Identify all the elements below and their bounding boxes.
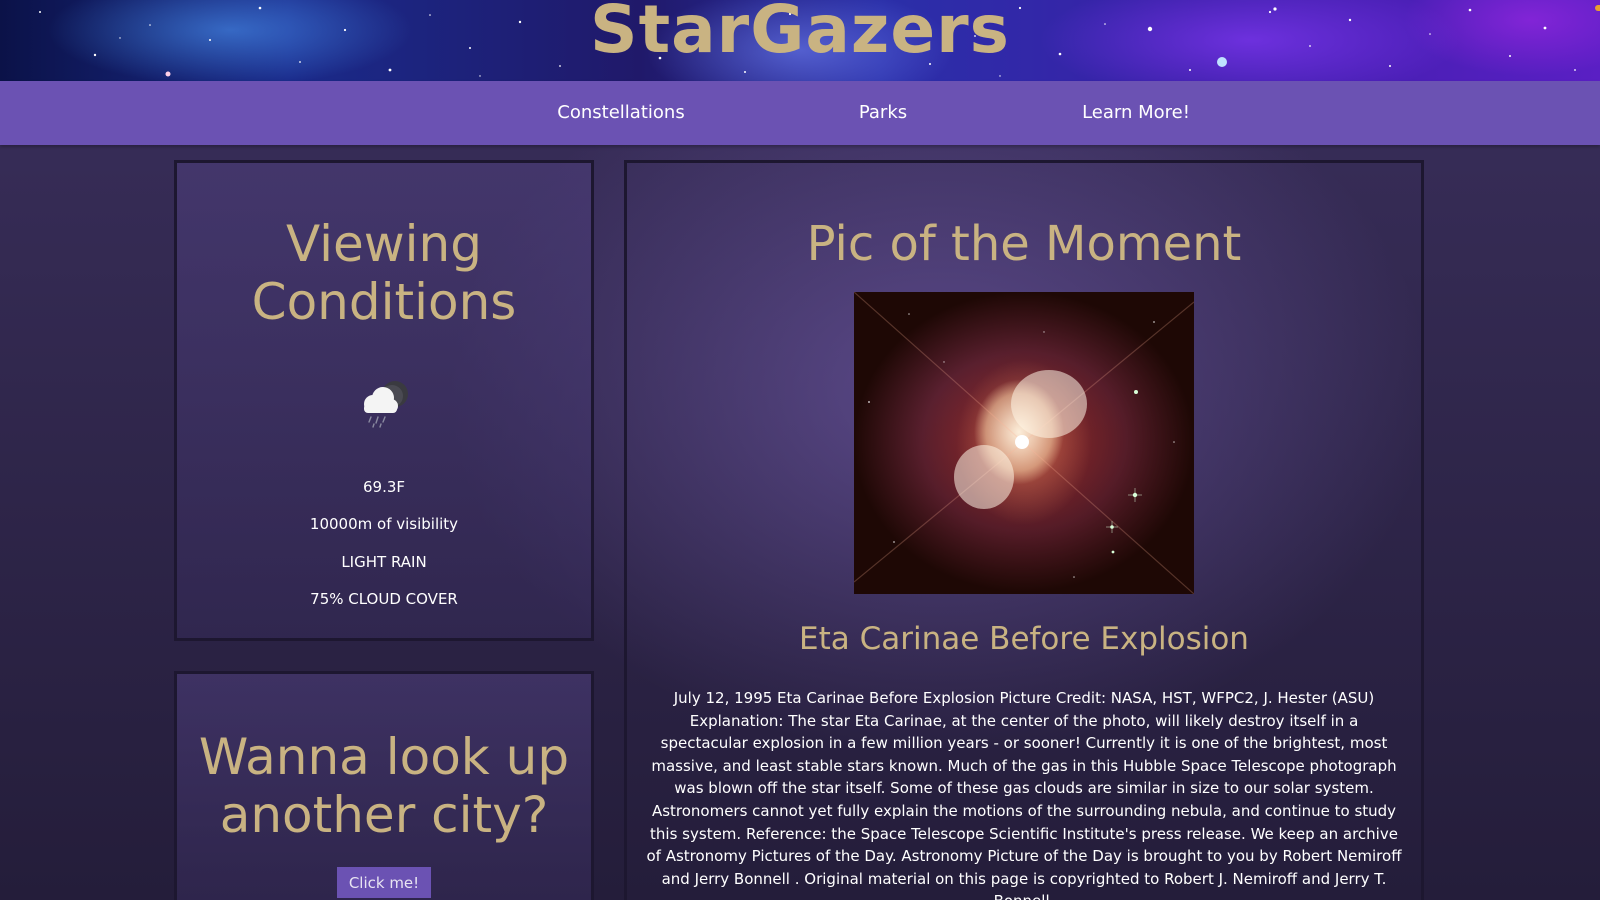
cloud-rain-night-icon (355, 376, 415, 436)
click-me-button[interactable]: Click me! (337, 867, 431, 898)
nav-link-learn-more[interactable]: Learn More! (1082, 81, 1190, 145)
corner-dot (1595, 5, 1600, 11)
picture-title: Eta Carinae Before Explosion (799, 621, 1249, 657)
apod-image[interactable] (854, 292, 1194, 594)
temperature-value: 69.3F (362, 478, 406, 496)
nav-link-constellations[interactable]: Constellations (557, 81, 684, 145)
main-nav: Constellations Parks Learn More! (0, 81, 1600, 145)
pic-of-the-moment-card: Pic of the Moment Eta Carinae Before Exp… (624, 160, 1424, 900)
city-lookup-heading-line1: Wanna look up (198, 728, 570, 786)
cloud-cover-value: 75% CLOUD COVER (310, 590, 458, 608)
picture-explanation: July 12, 1995 Eta Carinae Before Explosi… (646, 689, 1402, 900)
weather-description: LIGHT RAIN (341, 553, 427, 571)
viewing-conditions-heading: Viewing Conditions (177, 215, 591, 331)
pic-of-the-moment-heading: Pic of the Moment (806, 216, 1242, 272)
nav-link-parks[interactable]: Parks (859, 81, 907, 145)
viewing-conditions-heading-line1: Viewing (286, 215, 482, 273)
viewing-conditions-card: Viewing Conditions 69.3F 10000m of visib… (174, 160, 594, 641)
viewing-conditions-heading-line2: Conditions (251, 273, 517, 331)
header-banner: StarGazers (0, 0, 1600, 81)
site-title[interactable]: StarGazers (0, 0, 1600, 70)
city-lookup-heading-line2: another city? (219, 786, 549, 844)
visibility-value: 10000m of visibility (309, 515, 459, 533)
city-lookup-heading: Wanna look up another city? (177, 728, 591, 844)
city-lookup-card: Wanna look up another city? Click me! (174, 671, 594, 900)
